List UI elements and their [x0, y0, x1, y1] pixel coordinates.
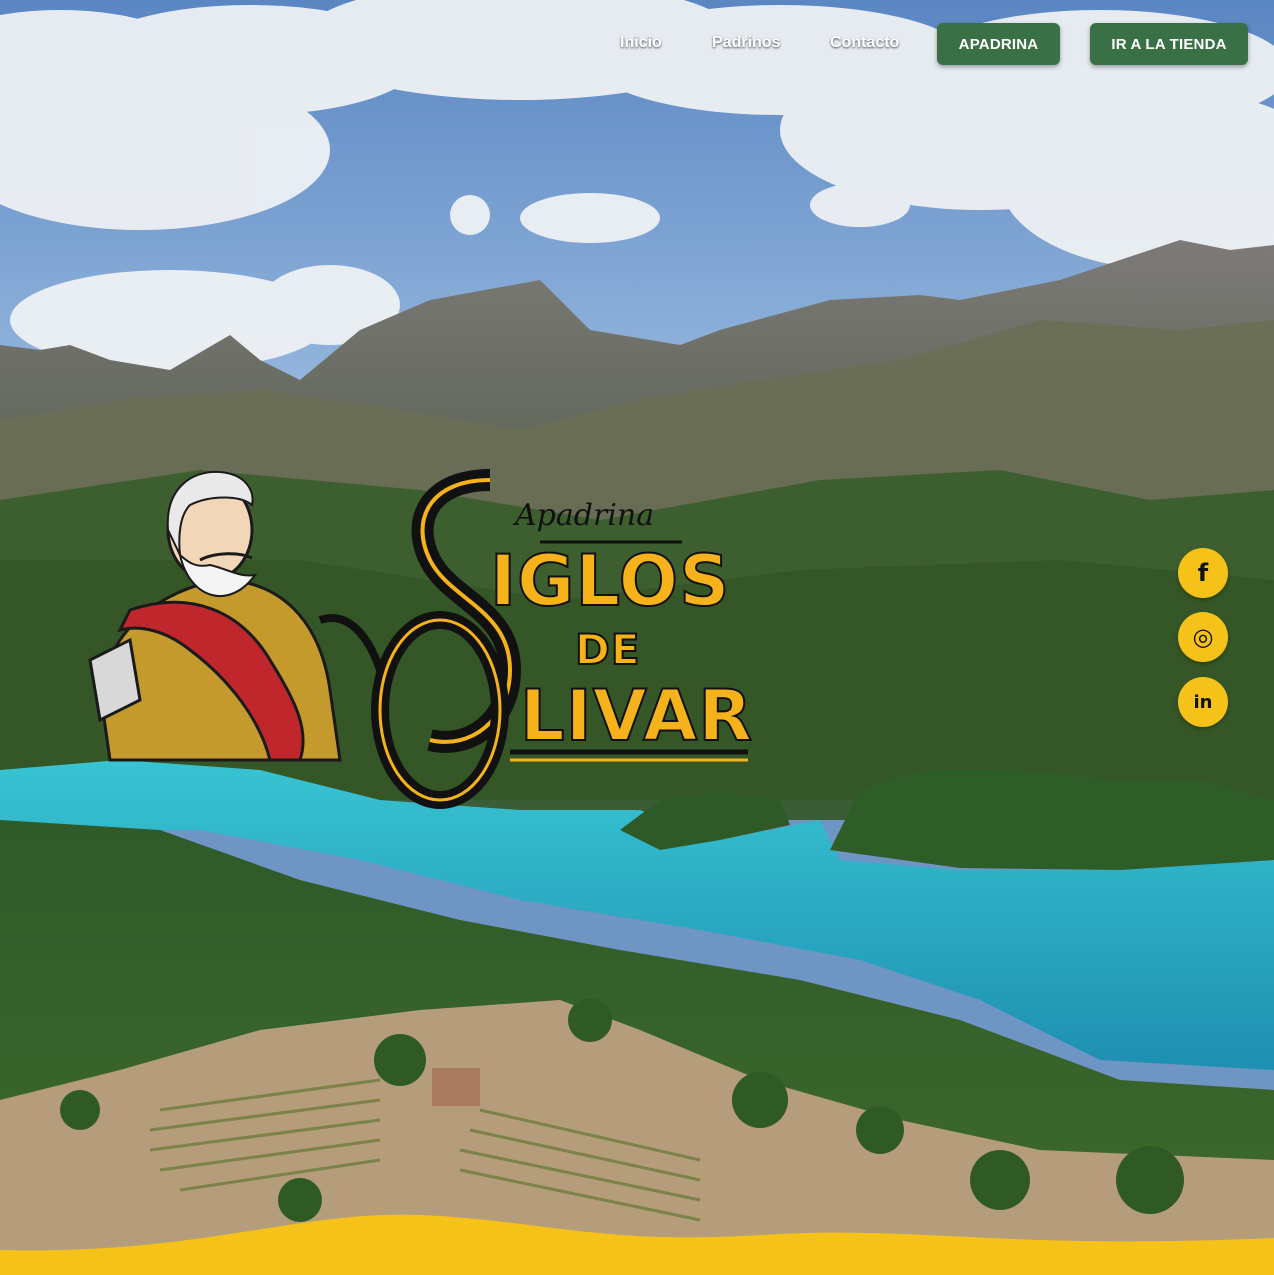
- instagram-button[interactable]: ◎: [1178, 612, 1228, 662]
- instagram-icon: ◎: [1192, 623, 1214, 651]
- nav-link-padrinos[interactable]: Padrinos: [712, 34, 780, 52]
- nav-link-inicio[interactable]: Inicio: [620, 34, 662, 52]
- siglos-de-olivar-logo: Apadrina IGLOS DE LIVAR: [70, 460, 770, 820]
- logo-word-iglos: IGLOS: [489, 539, 731, 623]
- knight-illustration: [88, 469, 748, 809]
- nav-link-contacto[interactable]: Contacto: [830, 34, 899, 52]
- linkedin-button[interactable]: in: [1178, 677, 1228, 727]
- logo-word-livar: LIVAR: [519, 674, 754, 758]
- top-navigation: Inicio Padrinos Contacto APADRINA IR A L…: [0, 0, 1274, 90]
- apadrina-button[interactable]: APADRINA: [937, 23, 1060, 65]
- facebook-icon: f: [1197, 559, 1209, 587]
- facebook-button[interactable]: f: [1178, 548, 1228, 598]
- linkedin-icon: in: [1193, 691, 1213, 713]
- logo-word-de: DE: [574, 624, 641, 675]
- logo-script-apadrina: Apadrina: [515, 498, 655, 533]
- ir-a-la-tienda-button[interactable]: IR A LA TIENDA: [1090, 23, 1248, 65]
